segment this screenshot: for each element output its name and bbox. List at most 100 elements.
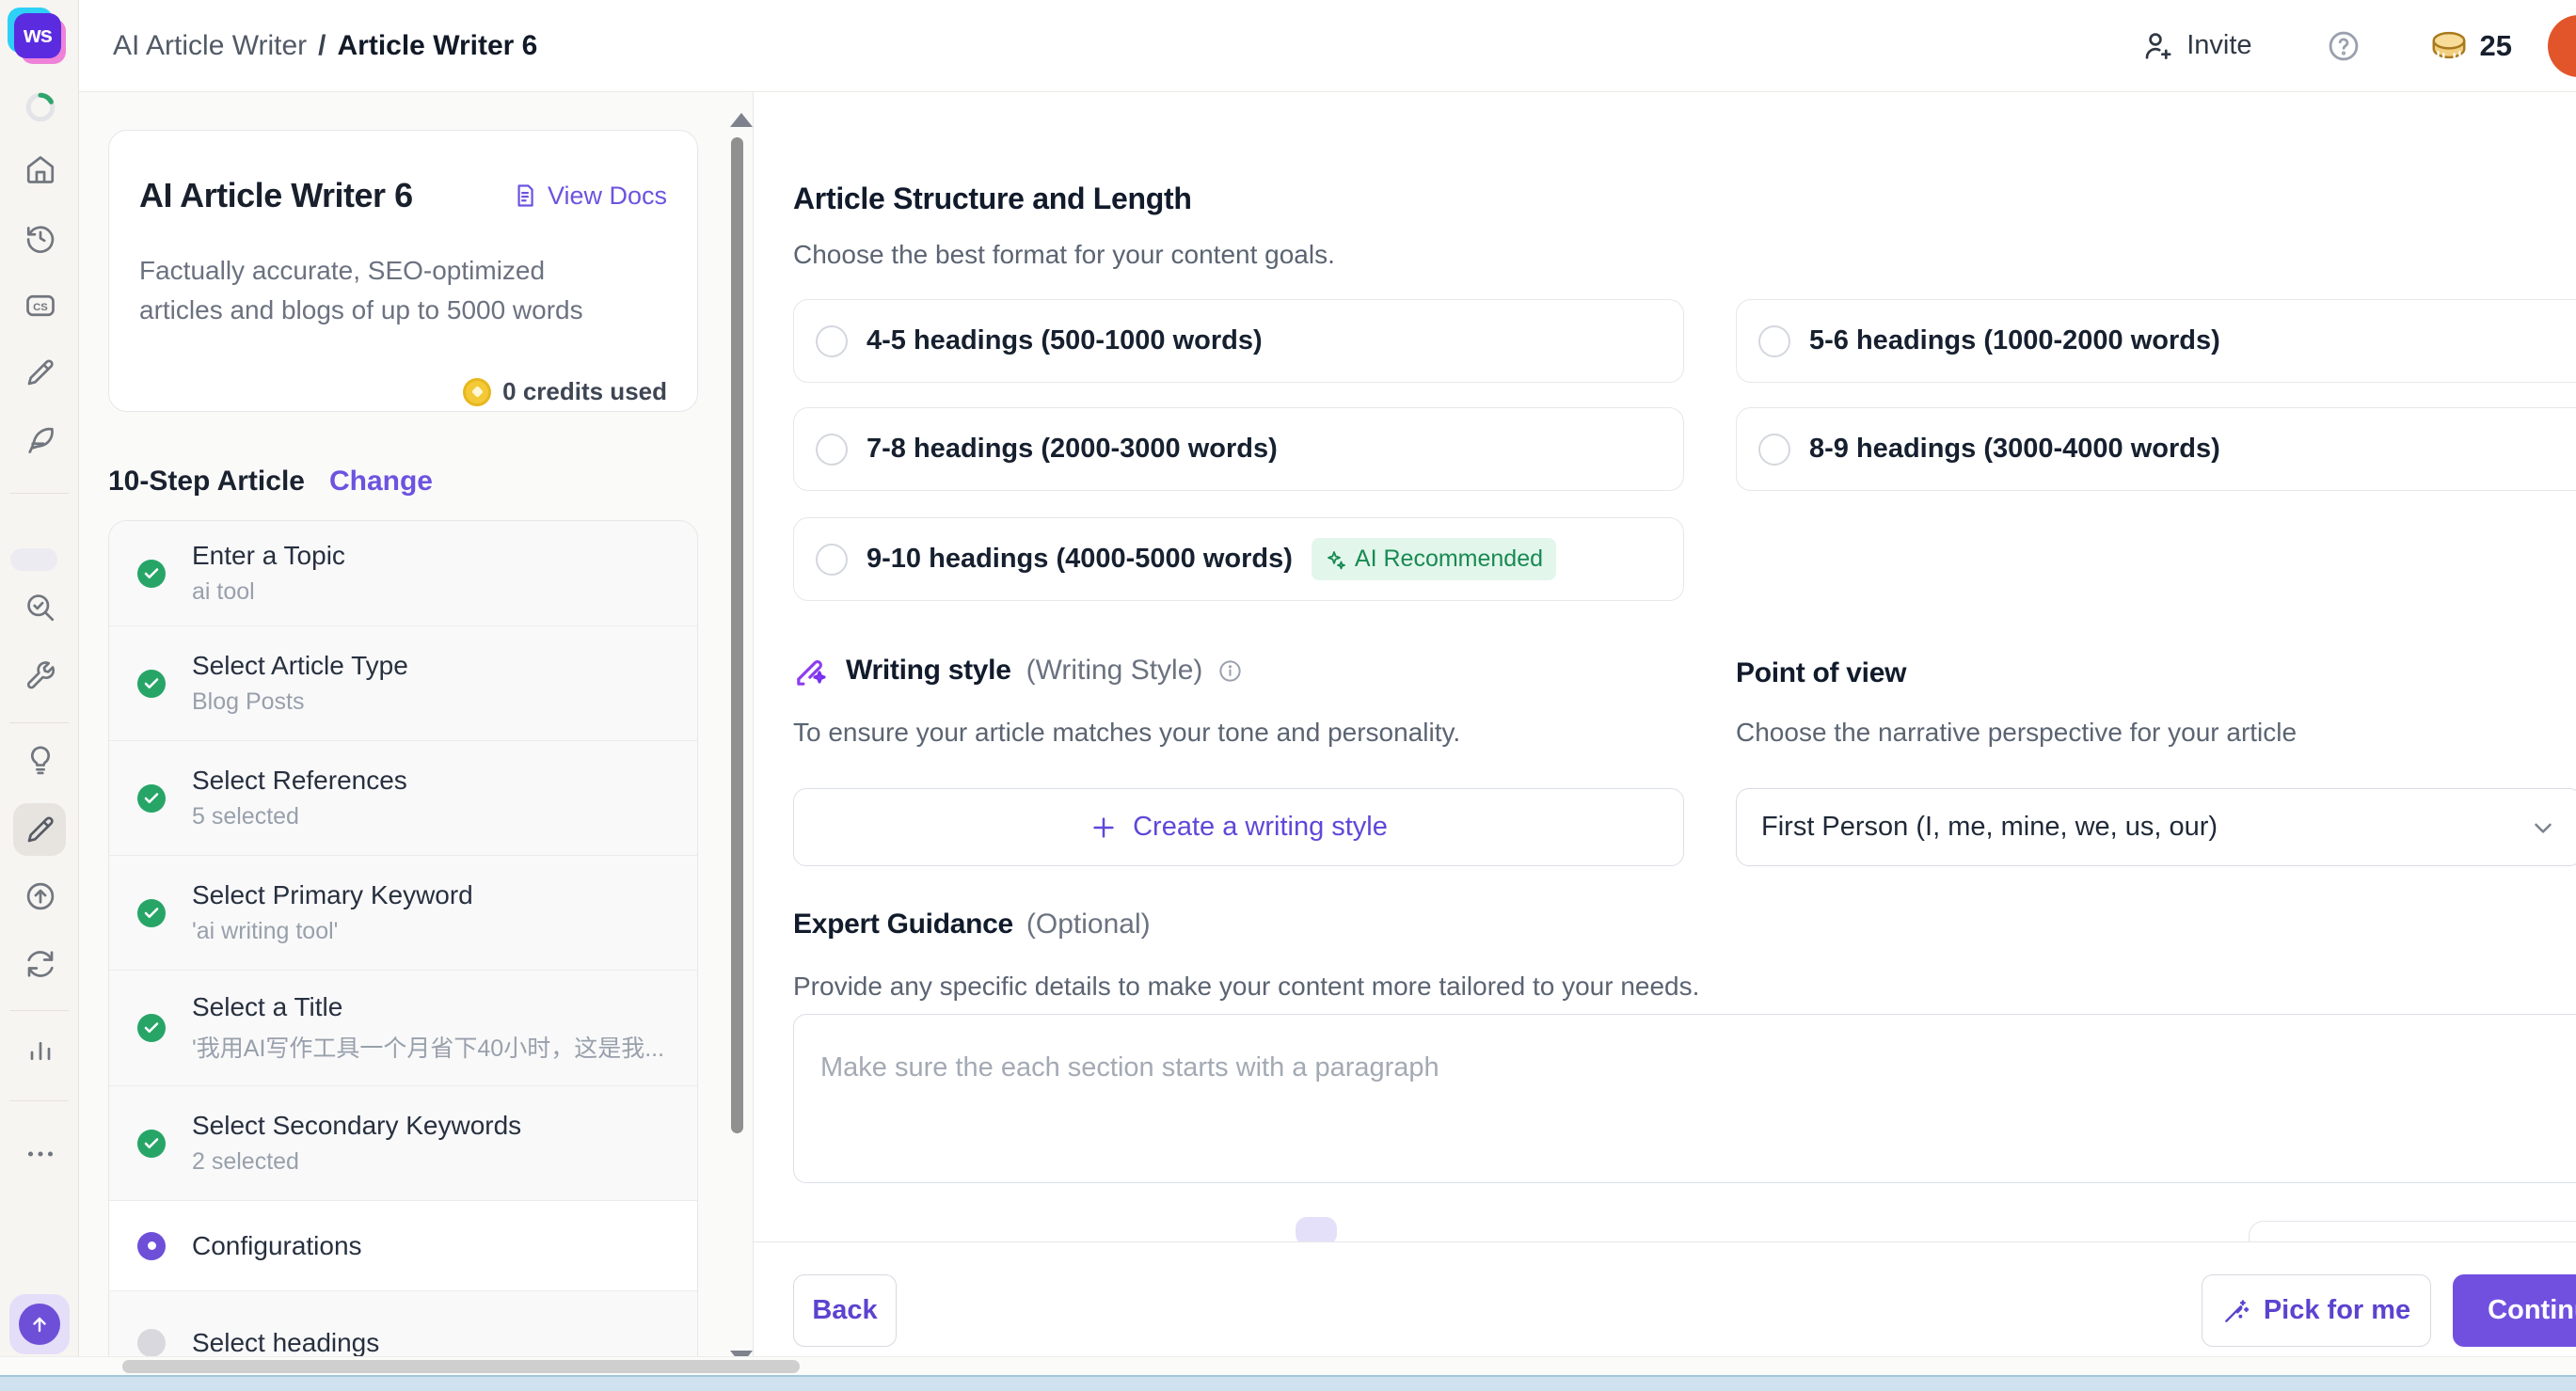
loading-placeholder-pill (10, 548, 57, 571)
magic-wand-icon (2222, 1297, 2250, 1325)
step-done-icon (137, 784, 166, 813)
writing-style-icon (793, 652, 831, 689)
app-window: ws CS (0, 0, 2576, 1391)
breadcrumb-current: Article Writer 6 (338, 30, 538, 62)
radio-icon[interactable] (1758, 434, 1790, 466)
lightbulb-icon[interactable] (24, 743, 57, 777)
writing-style-subtitle: To ensure your article matches your tone… (793, 718, 1460, 748)
expert-guidance-subtitle: Provide any specific details to make you… (793, 972, 1699, 1002)
breadcrumb-parent[interactable]: AI Article Writer (113, 30, 307, 62)
breadcrumb-separator: / (318, 30, 326, 62)
pick-for-me-button[interactable]: Pick for me (2202, 1274, 2431, 1347)
info-icon[interactable] (1217, 658, 1243, 684)
sparkles-icon (1325, 548, 1347, 571)
credits-indicator[interactable]: 25 (2429, 27, 2512, 65)
step-done-icon (137, 1014, 166, 1042)
step-row-configurations[interactable]: Configurations (109, 1200, 697, 1290)
radio-icon[interactable] (816, 544, 848, 576)
credit-coin-icon (463, 378, 491, 406)
invite-button[interactable]: Invite (2141, 29, 2251, 63)
expert-guidance-suffix: (Optional) (1026, 909, 1151, 941)
radio-icon[interactable] (1758, 325, 1790, 357)
cs-badge-icon[interactable]: CS (24, 289, 57, 323)
step-row-primary-keyword[interactable]: Select Primary Keyword'ai writing tool' (109, 855, 697, 970)
point-of-view-title: Point of view (1736, 657, 1906, 689)
step-current-icon (137, 1232, 166, 1260)
radio-icon[interactable] (816, 325, 848, 357)
top-bar: AI Article Writer / Article Writer 6 Inv… (78, 0, 2576, 92)
step-done-icon (137, 670, 166, 698)
search-check-icon[interactable] (24, 591, 57, 624)
bar-chart-icon[interactable] (24, 1033, 57, 1067)
configurations-content: Article Structure and Length Choose the … (753, 91, 2576, 1356)
horizontal-scrollbar (0, 1356, 2576, 1376)
horizontal-scrollbar-thumb[interactable] (122, 1360, 800, 1373)
more-ellipsis-icon[interactable] (24, 1137, 57, 1171)
rail-divider (9, 1100, 69, 1101)
breadcrumb: AI Article Writer / Article Writer 6 (113, 0, 537, 91)
step-row-title[interactable]: Select a Title'我用AI写作工具一个月省下40小时，这是我... (109, 970, 697, 1085)
pencil-icon[interactable] (24, 356, 57, 389)
point-of-view-value: First Person (I, me, mine, we, us, our) (1761, 812, 2529, 843)
writing-style-title: Writing style (846, 655, 1011, 687)
user-avatar[interactable] (2548, 15, 2576, 77)
scrollbar-up-arrow[interactable] (730, 113, 753, 127)
feather-icon[interactable] (24, 423, 57, 457)
step-row-select-headings[interactable]: Select headings (109, 1290, 697, 1356)
continue-button[interactable]: Continue (2453, 1274, 2576, 1347)
credits-used: 0 credits used (463, 377, 667, 406)
history-icon[interactable] (24, 221, 57, 255)
step-row-article-type[interactable]: Select Article TypeBlog Posts (109, 625, 697, 740)
radio-icon[interactable] (816, 434, 848, 466)
steps-panel-title: 10-Step Article (108, 466, 305, 498)
help-button[interactable] (2326, 28, 2361, 64)
tool-info-card: AI Article Writer 6 View Docs Factually … (108, 130, 698, 412)
step-done-icon (137, 560, 166, 588)
window-bottom-edge (0, 1375, 2576, 1391)
credits-count: 25 (2480, 29, 2512, 63)
option-5-6-headings[interactable]: 5-6 headings (1000-2000 words) (1736, 299, 2576, 383)
create-writing-style-button[interactable]: Create a writing style (793, 788, 1684, 866)
ai-recommended-badge: AI Recommended (1312, 538, 1556, 580)
step-row-enter-topic[interactable]: Enter a Topicai tool (109, 521, 697, 625)
structure-section-subtitle: Choose the best format for your content … (793, 240, 1335, 270)
option-4-5-headings[interactable]: 4-5 headings (500-1000 words) (793, 299, 1684, 383)
expert-guidance-textarea[interactable] (793, 1014, 2576, 1183)
step-done-icon (137, 1130, 166, 1158)
writesonic-logo[interactable]: ws (13, 11, 62, 60)
step-row-secondary-keywords[interactable]: Select Secondary Keywords2 selected (109, 1085, 697, 1200)
upload-circle-icon[interactable] (24, 879, 57, 913)
progress-spinner-icon (24, 90, 57, 124)
structure-section-title: Article Structure and Length (793, 182, 1192, 216)
refresh-icon[interactable] (24, 947, 57, 981)
change-flow-link[interactable]: Change (329, 466, 433, 498)
option-8-9-headings[interactable]: 8-9 headings (3000-4000 words) (1736, 407, 2576, 491)
view-docs-link[interactable]: View Docs (512, 182, 667, 211)
step-pending-icon (137, 1329, 166, 1357)
vertical-scrollbar-thumb[interactable] (731, 137, 743, 1133)
pencil-active-icon[interactable] (24, 813, 57, 846)
person-plus-icon (2141, 29, 2175, 63)
back-button[interactable]: Back (793, 1274, 897, 1347)
writing-style-suffix: (Writing Style) (1026, 655, 1203, 687)
svg-text:CS: CS (33, 302, 48, 313)
point-of-view-select[interactable]: First Person (I, me, mine, we, us, our) (1736, 788, 2576, 866)
icon-rail: ws CS (0, 0, 79, 1391)
rail-divider (9, 493, 69, 494)
help-icon (2326, 28, 2361, 64)
wrench-icon[interactable] (24, 658, 57, 692)
steps-sidebar: AI Article Writer 6 View Docs Factually … (78, 91, 754, 1356)
coin-icon (2429, 27, 2469, 65)
upload-arrow-button[interactable] (9, 1294, 70, 1354)
rail-divider (9, 722, 69, 723)
logo-mark: ws (14, 13, 61, 58)
home-icon[interactable] (24, 152, 57, 186)
plus-icon (1089, 814, 1118, 842)
step-row-references[interactable]: Select References5 selected (109, 740, 697, 855)
rail-divider (9, 1010, 69, 1011)
upload-arrow-icon (19, 1304, 60, 1345)
option-9-10-headings[interactable]: 9-10 headings (4000-5000 words) AI Recom… (793, 517, 1684, 601)
expert-guidance-title: Expert Guidance (793, 909, 1013, 941)
option-7-8-headings[interactable]: 7-8 headings (2000-3000 words) (793, 407, 1684, 491)
tool-title: AI Article Writer 6 (139, 176, 413, 215)
